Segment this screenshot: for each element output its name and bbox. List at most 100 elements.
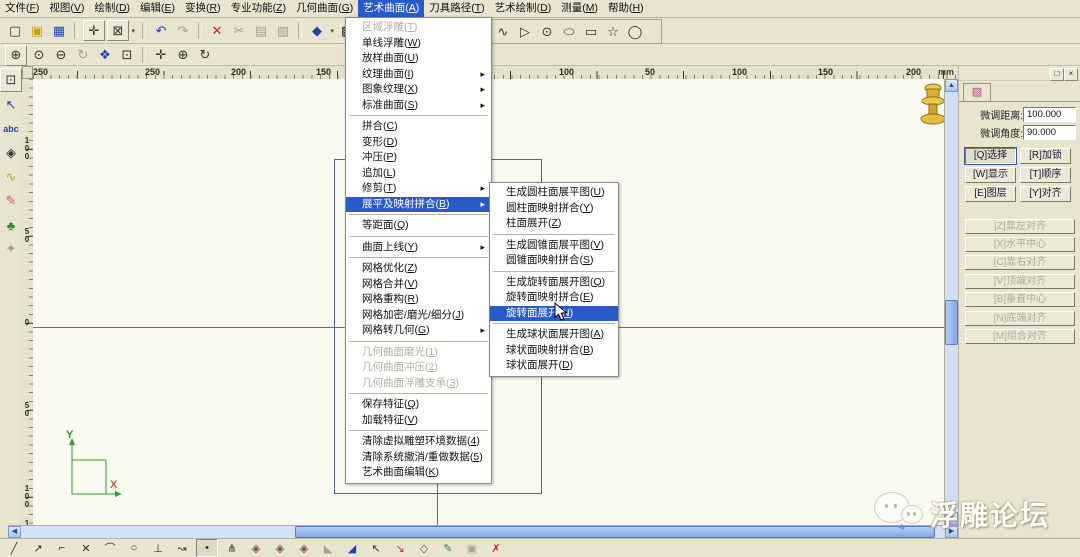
copy-icon[interactable]: ▤ <box>251 21 271 40</box>
snap-circle-icon[interactable]: ○ <box>124 540 144 556</box>
menu-item[interactable]: 修剪(T) <box>346 181 491 197</box>
work-plane-icon[interactable]: ◣ <box>318 540 338 556</box>
display-mode-icon[interactable]: ⊠ <box>107 20 129 41</box>
menu-item[interactable]: 加载特征(V) <box>346 413 491 429</box>
scroll-left-arrow[interactable]: ◀ <box>8 526 21 538</box>
scroll-down-arrow[interactable]: ▼ <box>945 512 958 525</box>
snap-point-icon[interactable]: • <box>196 539 218 557</box>
move-view-icon[interactable]: ✛ <box>151 46 171 65</box>
align-left-button[interactable]: [Z]靠左对齐 <box>965 219 1075 234</box>
grid-toggle-icon[interactable]: ▣ <box>462 540 482 556</box>
save-file-icon[interactable]: ▦ <box>49 21 69 40</box>
carve-tool-icon[interactable]: ✎ <box>1 190 21 212</box>
menu-draw[interactable]: 绘制(D) <box>89 0 135 17</box>
toolbar-separator[interactable] <box>142 23 146 39</box>
paste-icon[interactable]: ▧ <box>273 21 293 40</box>
vertical-scroll-thumb[interactable] <box>945 300 958 345</box>
snap-tangent-icon[interactable]: ↝ <box>172 540 192 556</box>
menu-item[interactable]: 单线浮雕(W) <box>346 36 491 52</box>
scroll-right-arrow[interactable]: ▶ <box>945 526 958 538</box>
submenu-item[interactable]: 圆柱面映射拼合(Y) <box>490 201 618 217</box>
menu-item[interactable]: 清除虚拟雕塑环境数据(4) <box>346 434 491 450</box>
menu-item[interactable]: 等距面(Q) <box>346 218 491 234</box>
refresh-view-icon[interactable]: ↻ <box>195 46 215 65</box>
order-button[interactable]: [T]顺序 <box>1020 167 1071 183</box>
snap-node-icon[interactable]: ↗ <box>28 540 48 556</box>
menu-item[interactable]: 追加(L) <box>346 166 491 182</box>
text-tool-icon[interactable]: abc <box>1 118 21 140</box>
menu-item[interactable]: 几何曲面磨光(1) <box>346 345 491 361</box>
menu-item[interactable]: 网格加密/磨光/细分(J) <box>346 308 491 324</box>
menu-item[interactable]: 网格优化(Z) <box>346 261 491 277</box>
menu-view[interactable]: 视图(V) <box>44 0 89 17</box>
select-button[interactable]: [Q]选择 <box>965 148 1016 164</box>
menu-item[interactable]: 网格重构(R) <box>346 292 491 308</box>
pick-tool-icon[interactable]: ↖ <box>366 540 386 556</box>
toolbar-separator[interactable] <box>74 23 78 39</box>
menu-item[interactable]: 放样曲面(U) <box>346 51 491 67</box>
toolbar-separator[interactable] <box>298 23 302 39</box>
menu-item[interactable]: 清除系统撤消/重做数据(5) <box>346 450 491 466</box>
numeric-input[interactable]: 90.000 <box>1023 125 1076 140</box>
crosshair-tool-icon[interactable]: ✛ <box>83 20 105 41</box>
menu-art-draw[interactable]: 艺术绘制(D) <box>490 0 557 17</box>
snap-intersection-icon[interactable]: ✕ <box>76 540 96 556</box>
redo-icon[interactable]: ↷ <box>173 21 193 40</box>
star-tool-icon[interactable]: ☆ <box>603 22 623 41</box>
gold-ornament-object[interactable] <box>918 82 944 128</box>
lock-button[interactable]: [R]加锁 <box>1020 148 1071 164</box>
cut-icon[interactable]: ✂ <box>229 21 249 40</box>
menu-help[interactable]: 帮助(H) <box>603 0 649 17</box>
zoom-actual-icon[interactable]: ⊙ <box>29 46 49 65</box>
rectangle-tool-icon[interactable]: ▭ <box>581 22 601 41</box>
snap-skeleton-icon[interactable]: ⋔ <box>222 540 242 556</box>
restore-window-icon[interactable]: □ <box>1050 68 1064 81</box>
toolbar-separator[interactable] <box>142 47 146 63</box>
zoom-window-icon[interactable]: ⊡ <box>117 46 137 65</box>
menu-item[interactable]: 几何曲面浮雕支承(3) <box>346 376 491 392</box>
submenu-item[interactable]: 圆锥面映射拼合(S) <box>490 253 618 269</box>
menu-item[interactable]: 几何曲面冲压(2) <box>346 360 491 376</box>
snap-perpendicular-icon[interactable]: ⊥ <box>148 540 168 556</box>
menu-item[interactable]: 艺术曲面编辑(K) <box>346 465 491 481</box>
open-file-icon[interactable]: ▣ <box>27 21 47 40</box>
menu-item[interactable]: 图象纹理(X) <box>346 82 491 98</box>
pan-icon[interactable]: ❖ <box>95 46 115 65</box>
menu-toolpath[interactable]: 刀具路径(T) <box>424 0 489 17</box>
pick-delete-icon[interactable]: ↘ <box>390 540 410 556</box>
menu-item[interactable]: 拼合(C) <box>346 119 491 135</box>
grid-plane-xy-icon[interactable]: ◈ <box>246 540 266 556</box>
submenu-item[interactable]: 生成圆锥面展平图(V) <box>490 238 618 254</box>
snap-arc-icon[interactable]: ⌒ <box>100 540 120 556</box>
menu-item[interactable]: 标准曲面(S) <box>346 98 491 114</box>
horizontal-scrollbar[interactable]: ◀ ▶ <box>8 525 958 538</box>
align-hcenter-button[interactable]: [X]水平中心 <box>965 237 1075 252</box>
feature-tool-icon[interactable]: ✦ <box>1 238 21 260</box>
menu-item[interactable]: 区域浮雕(T) <box>346 20 491 36</box>
submenu-item[interactable]: 生成旋转面展开图(Q) <box>490 275 618 291</box>
zoom-previous-icon[interactable]: ↻ <box>73 46 93 65</box>
menu-item[interactable]: 纹理曲面(I) <box>346 67 491 83</box>
center-circle-tool-icon[interactable]: ⊙ <box>537 22 557 41</box>
grid-plane-yz-icon[interactable]: ◈ <box>270 540 290 556</box>
new-file-icon[interactable]: ▢ <box>5 21 25 40</box>
circle-tool-icon[interactable]: ◯ <box>625 22 645 41</box>
panel-tab[interactable]: ▧ <box>963 83 991 102</box>
align-top-button[interactable]: [V]顶端对齐 <box>965 274 1075 289</box>
zoom-in-icon[interactable]: ⊕ <box>5 45 27 66</box>
delete-icon[interactable]: ✕ <box>207 21 227 40</box>
menu-edit[interactable]: 编辑(E) <box>135 0 180 17</box>
align-vcenter-button[interactable]: [B]垂直中心 <box>965 292 1075 307</box>
toolbar-separator[interactable] <box>198 23 202 39</box>
curve-tool-icon[interactable]: ∿ <box>493 22 513 41</box>
menu-art-surface[interactable]: 艺术曲面(A) <box>358 0 424 17</box>
undo-icon[interactable]: ↶ <box>151 21 171 40</box>
zoom-out-icon[interactable]: ⊖ <box>51 46 71 65</box>
polygon-tool-icon[interactable]: ▷ <box>515 22 535 41</box>
grid-plane-zx-icon[interactable]: ◈ <box>294 540 314 556</box>
menu-measure[interactable]: 测量(M) <box>556 0 603 17</box>
plane-edit-icon[interactable]: ◇ <box>414 540 434 556</box>
menu-file[interactable]: 文件(F) <box>0 0 44 17</box>
menu-geometric-surface[interactable]: 几何曲面(G) <box>291 0 358 17</box>
layer-button[interactable]: [E]图层 <box>965 186 1016 202</box>
